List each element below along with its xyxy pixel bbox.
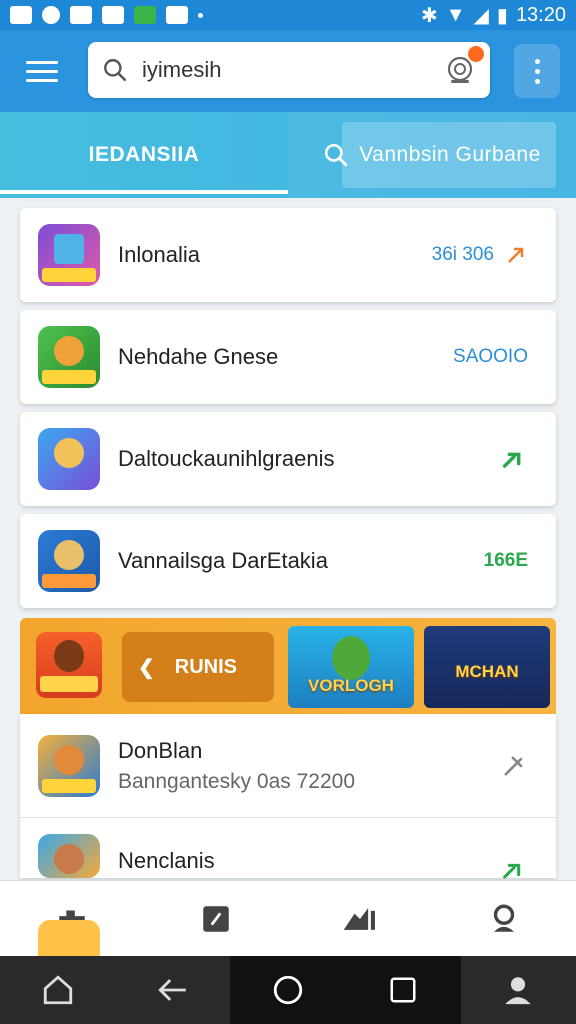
chevron-left-icon: ❮ — [138, 656, 155, 679]
nav-recents-button[interactable] — [345, 956, 461, 1024]
tab-bar: IEDANSIIA Vannbsin Gurbane — [0, 112, 576, 198]
apps-icon — [203, 905, 229, 932]
banner-button-label: RUNIS — [174, 655, 237, 678]
app-icon — [38, 734, 100, 797]
app-subtitle: Banngantesky 0as 72200 — [118, 769, 356, 793]
app-icon — [38, 428, 100, 490]
app-meta: 36i 306 — [431, 244, 494, 265]
promo-banner: ❮ RUNIS VORLOGH MCHAN — [20, 618, 556, 714]
person-icon — [505, 977, 532, 1005]
list-item[interactable]: Vannailsga DarEtakia 166E — [20, 514, 556, 608]
t-app-icon — [166, 6, 188, 24]
app-bar — [0, 30, 576, 112]
app-meta: SAOOIO — [453, 346, 528, 367]
back-button[interactable]: ❮ RUNIS — [122, 632, 274, 702]
app-notification-icon — [134, 6, 156, 24]
circle-icon — [273, 975, 303, 1005]
mail-icon — [10, 6, 32, 24]
search-icon — [104, 59, 127, 82]
nav-account-button[interactable] — [461, 956, 576, 1024]
app-icon — [38, 224, 100, 286]
banner-app-icon[interactable] — [36, 632, 102, 698]
app-icon — [38, 530, 100, 592]
list-item[interactable]: Inlonalia 36i 306 — [20, 208, 556, 302]
nav-circle-button[interactable] — [230, 956, 346, 1024]
signal-icon: ◢ — [473, 4, 489, 27]
app-list: Inlonalia 36i 306 Nehdahe Gnese SAOOIO D… — [20, 208, 556, 616]
back-icon — [158, 979, 186, 1001]
bluetooth-icon: ✱ — [420, 4, 438, 27]
tab-charts[interactable] — [288, 881, 432, 956]
app-title: Nenclanis — [118, 848, 215, 873]
peek-app-icon — [38, 920, 100, 956]
app-title: Vannailsga DarEtakia — [118, 548, 328, 573]
app-icon — [38, 326, 100, 388]
battery-icon: ▮ — [496, 4, 508, 27]
overflow-menu-icon[interactable] — [514, 44, 560, 98]
home-icon — [43, 975, 72, 1005]
app-icon — [38, 834, 100, 878]
tab-highlight — [342, 122, 556, 188]
status-time: 13:20 — [515, 3, 566, 26]
promo-label: MCHAN — [455, 662, 519, 681]
list-item[interactable]: Daltouckaunihlgraenis — [20, 412, 556, 506]
list-item[interactable]: Nenclanis — [20, 818, 556, 879]
status-bar: ✱ ▼ ◢ ▮ 13:20 — [0, 0, 576, 30]
clock-icon — [42, 6, 60, 24]
account-icon — [493, 904, 515, 932]
hamburger-menu-icon[interactable] — [12, 41, 72, 101]
search-input[interactable] — [142, 57, 432, 83]
list-item[interactable]: Nehdahe Gnese SAOOIO — [20, 310, 556, 404]
promo-label: VORLOGH — [308, 676, 394, 695]
tab-profile[interactable] — [432, 881, 576, 956]
more-notifications-icon — [198, 12, 203, 18]
message-icon — [70, 6, 92, 24]
promo-card[interactable]: VORLOGH — [288, 626, 414, 708]
arrow-up-right-icon[interactable] — [500, 752, 528, 780]
tab-label: IEDANSIIA — [88, 143, 200, 166]
app-list-secondary: DonBlan Banngantesky 0as 72200 Nenclanis — [20, 714, 556, 879]
photo-icon — [102, 6, 124, 24]
system-nav-bar — [0, 956, 576, 1024]
arrow-up-right-icon[interactable] — [504, 243, 528, 267]
list-item[interactable]: DonBlan Banngantesky 0as 72200 — [20, 714, 556, 818]
app-title: Inlonalia — [118, 242, 200, 267]
tab-games[interactable] — [144, 881, 288, 956]
app-title: Daltouckaunihlgraenis — [118, 446, 335, 471]
search-bar[interactable] — [88, 42, 490, 98]
tab-iedansiia[interactable]: IEDANSIIA — [0, 112, 288, 198]
chart-icon — [343, 907, 375, 930]
green-arrow-icon[interactable] — [500, 445, 528, 473]
nav-home-button[interactable] — [0, 956, 115, 1024]
notification-badge — [468, 46, 484, 62]
promo-card[interactable]: MCHAN — [424, 626, 550, 708]
app-title: DonBlan — [118, 737, 203, 763]
wifi-icon: ▼ — [445, 3, 466, 26]
app-title: Nehdahe Gnese — [118, 344, 279, 369]
app-meta: 166E — [483, 550, 528, 571]
nav-back-button[interactable] — [115, 956, 230, 1024]
square-icon — [390, 977, 416, 1003]
